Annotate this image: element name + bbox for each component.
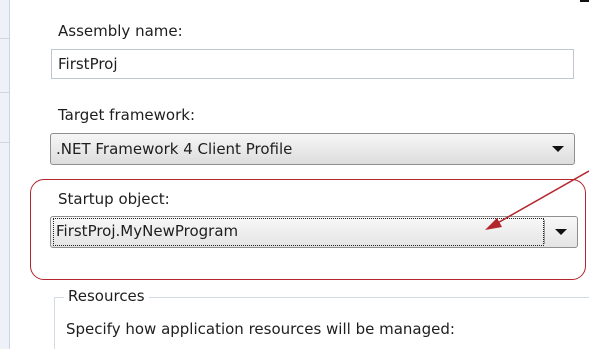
project-properties-panel: Assembly name: FirstProj Target framewor… <box>0 0 589 349</box>
chevron-down-icon[interactable] <box>555 229 567 235</box>
target-framework-value: .NET Framework 4 Client Profile <box>56 140 293 158</box>
dropdown-divider <box>544 220 545 244</box>
chevron-down-icon[interactable] <box>552 146 564 152</box>
strip-separator <box>0 92 9 93</box>
resources-group-title: Resources <box>64 287 149 305</box>
startup-object-label: Startup object: <box>58 190 170 208</box>
startup-object-dropdown[interactable]: FirstProj.MyNewProgram <box>50 216 578 248</box>
left-navigation-strip <box>0 0 10 349</box>
assembly-name-label: Assembly name: <box>58 22 183 40</box>
strip-separator <box>0 38 9 39</box>
target-framework-label: Target framework: <box>58 106 196 124</box>
startup-object-value: FirstProj.MyNewProgram <box>53 218 544 246</box>
assembly-name-input[interactable]: FirstProj <box>51 49 574 79</box>
target-framework-dropdown[interactable]: .NET Framework 4 Client Profile <box>50 133 575 165</box>
strip-separator <box>0 142 9 143</box>
resources-description: Specify how application resources will b… <box>66 320 455 338</box>
